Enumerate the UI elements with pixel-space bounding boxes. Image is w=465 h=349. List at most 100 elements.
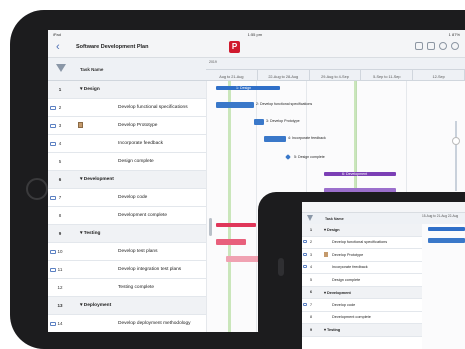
row-number: 8	[48, 213, 72, 218]
task-info-icon[interactable]	[50, 106, 56, 110]
task-name: ▾ Design	[320, 227, 340, 232]
vertical-scrollbar[interactable]	[209, 218, 212, 236]
carrier-label: iPad	[53, 31, 62, 37]
bar-label-development: 6: Development	[342, 172, 368, 176]
phone-task-row[interactable]: 8 Development complete	[302, 312, 422, 324]
row-number: 1	[302, 228, 320, 232]
bar-label-design: 1: Design	[236, 86, 252, 90]
task-info-icon[interactable]	[50, 124, 56, 128]
row-number: 6	[302, 290, 320, 294]
note-icon[interactable]	[324, 252, 328, 257]
task-name-text: Develop code	[118, 195, 148, 200]
app-logo: P	[229, 41, 240, 53]
note-icon[interactable]	[78, 122, 83, 128]
task-row[interactable]: 2 Develop functional specifications	[48, 99, 206, 117]
bar-test-plans[interactable]	[216, 239, 246, 245]
task-row[interactable]: 5 Design complete	[48, 153, 206, 171]
bar-integration-test-plans[interactable]	[226, 256, 262, 262]
row-number-text: 9	[310, 327, 312, 332]
eye-icon[interactable]	[439, 42, 447, 50]
milestone-design-complete[interactable]	[285, 154, 291, 160]
task-name-text: Develop integration test plans	[118, 267, 182, 272]
task-name-header[interactable]: Task Name	[80, 67, 103, 72]
gear-icon[interactable]	[451, 42, 459, 50]
task-row[interactable]: 14 Develop deployment methodology	[48, 315, 206, 332]
phone-task-row[interactable]: 5 Design complete	[302, 274, 422, 287]
task-row[interactable]: 11 Develop integration test plans	[48, 261, 206, 279]
task-row[interactable]: 12 Testing complete	[48, 279, 206, 297]
bar-prototype[interactable]	[254, 119, 264, 125]
row-number-text: 14	[57, 321, 63, 326]
task-name-text: Development complete	[118, 213, 168, 218]
filter-icon[interactable]	[307, 215, 313, 221]
task-info-icon[interactable]	[50, 142, 56, 146]
phone-task-row[interactable]: 7 Develop code	[302, 299, 422, 312]
task-info-icon[interactable]	[50, 196, 56, 200]
task-name-text: Incorporate feedback	[118, 141, 164, 146]
status-bar: iPad 1:55 pm 1 87%	[48, 30, 465, 38]
phone-summary-task-row[interactable]: 1 ▾ Design	[302, 224, 422, 237]
row-number: 13	[48, 303, 72, 308]
summary-task-row[interactable]: 6 ▾ Development	[48, 171, 206, 189]
share-icon[interactable]	[427, 42, 435, 50]
task-name-text: Develop deployment methodology	[118, 321, 191, 326]
row-number-text: 4	[58, 141, 62, 146]
phone-gantt-chart[interactable]	[422, 224, 465, 349]
phone-screen: Task Name 15-Aug to 21-Aug 22-Aug 1 ▾ Des…	[302, 202, 465, 349]
task-row[interactable]: 4 Incorporate feedback	[48, 135, 206, 153]
task-name-text: Testing complete	[118, 285, 154, 290]
print-icon[interactable]	[415, 42, 423, 50]
testing-summary-bar[interactable]	[216, 223, 256, 227]
row-number: 9	[302, 328, 320, 332]
task-info-icon[interactable]	[303, 252, 307, 256]
task-name: ▾ Testing	[320, 327, 340, 332]
phone-summary-task-row[interactable]: 6 ▾ Development	[302, 286, 422, 299]
home-button[interactable]	[26, 178, 48, 200]
phone-task-row[interactable]: 2 Develop functional specifications	[302, 237, 422, 249]
task-row[interactable]: 7 Develop code	[48, 189, 206, 207]
task-name-text: Testing	[326, 328, 341, 333]
task-info-icon[interactable]	[303, 265, 307, 269]
zoom-slider-knob[interactable]	[452, 137, 460, 145]
row-number: 10	[48, 249, 72, 254]
row-number: 2	[302, 240, 320, 244]
zoom-slider[interactable]	[452, 121, 460, 191]
task-info-icon[interactable]	[50, 268, 56, 272]
phone-design-summary-bar[interactable]	[428, 227, 465, 231]
row-number-text: 13	[57, 303, 63, 308]
row-number: 3	[48, 123, 72, 128]
task-name: Develop functional specifications	[72, 105, 206, 110]
phone-bar-func-spec[interactable]	[428, 238, 465, 243]
task-name: ▾ Development	[72, 177, 206, 182]
task-row[interactable]: 3 Develop Prototype	[48, 117, 206, 135]
filter-icon[interactable]	[56, 64, 66, 72]
summary-task-row[interactable]: 9 ▾ Testing	[48, 225, 206, 243]
task-info-icon[interactable]	[50, 250, 56, 254]
task-name-text: Development complete	[332, 315, 371, 320]
row-number: 4	[48, 141, 72, 146]
task-name: Design complete	[320, 278, 360, 282]
task-row[interactable]: 10 Develop test plans	[48, 243, 206, 261]
task-name: ▾ Development	[320, 290, 351, 295]
task-name: ▾ Testing	[72, 231, 206, 236]
page-title: Software Development Plan	[76, 44, 149, 50]
row-number-text: 10	[57, 249, 63, 254]
summary-task-row[interactable]: 13 ▾ Deployment	[48, 297, 206, 315]
task-name: Development complete	[72, 213, 206, 218]
today-marker	[228, 81, 231, 332]
task-row[interactable]: 8 Development complete	[48, 207, 206, 225]
phone-task-row[interactable]: 4 Incorporate feedback	[302, 262, 422, 274]
phone-title-bar	[302, 202, 465, 213]
phone-summary-task-row[interactable]: 9 ▾ Testing	[302, 324, 422, 337]
phone-task-row[interactable]: 3 Develop Prototype	[302, 249, 422, 262]
row-number-text: 6	[58, 177, 62, 182]
task-info-icon[interactable]	[303, 302, 307, 306]
task-info-icon[interactable]	[303, 240, 307, 244]
chevron-left-icon[interactable]: ‹	[56, 41, 60, 53]
row-number: 12	[48, 285, 72, 290]
bar-func-spec[interactable]	[216, 102, 254, 108]
task-info-icon[interactable]	[50, 322, 56, 326]
phone-task-name-header[interactable]: Task Name	[325, 217, 344, 221]
summary-task-row[interactable]: 1 ▾ Design	[48, 81, 206, 99]
bar-feedback[interactable]	[264, 136, 286, 142]
